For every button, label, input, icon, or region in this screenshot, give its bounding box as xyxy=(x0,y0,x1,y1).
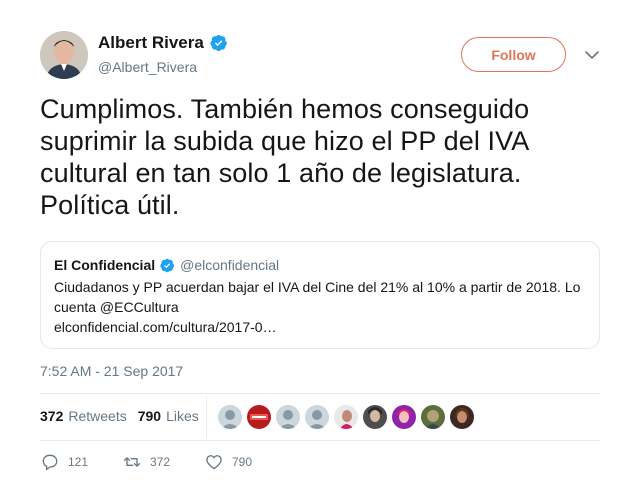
author-name-text[interactable]: Albert Rivera xyxy=(98,33,204,53)
retweet-icon xyxy=(123,457,141,467)
author-name[interactable]: Albert Rivera xyxy=(98,33,228,53)
chevron-down-icon[interactable] xyxy=(584,48,600,62)
reply-button[interactable]: 121 xyxy=(40,452,122,472)
tweet-timestamp[interactable]: 7:52 AM - 21 Sep 2017 xyxy=(40,363,183,379)
avatar[interactable] xyxy=(276,405,300,429)
quoted-author-name: El Confidencial xyxy=(54,257,156,273)
quoted-tweet-link[interactable]: elconfidencial.com/cultura/2017-0… xyxy=(54,317,589,337)
avatar[interactable] xyxy=(450,405,474,429)
quoted-tweet-text: Ciudadanos y PP acuerdan bajar el IVA de… xyxy=(54,277,589,337)
like-button[interactable]: 790 xyxy=(204,452,252,472)
avatar[interactable] xyxy=(218,405,242,429)
avatar[interactable] xyxy=(247,405,271,429)
like-count[interactable]: 790 xyxy=(138,408,161,424)
retweet-action-count: 372 xyxy=(150,455,171,469)
tweet-stats: 372 Retweets 790 Likes xyxy=(40,408,199,424)
retweet-button[interactable]: 372 xyxy=(122,452,204,472)
like-action-count: 790 xyxy=(232,455,253,469)
retweet-label[interactable]: Retweets xyxy=(68,408,126,424)
avatar[interactable] xyxy=(392,405,416,429)
retweet-count[interactable]: 372 xyxy=(40,408,63,424)
author-handle[interactable]: @Albert_Rivera xyxy=(98,59,197,75)
tweet-text: Cumplimos. También hemos conseguido supr… xyxy=(40,94,530,220)
heart-icon xyxy=(206,455,222,470)
author-avatar[interactable] xyxy=(40,31,88,79)
avatar[interactable] xyxy=(334,405,358,429)
reply-count: 121 xyxy=(68,455,89,469)
reply-icon xyxy=(42,454,58,471)
like-label[interactable]: Likes xyxy=(166,408,199,424)
liked-by-avatars xyxy=(218,405,474,429)
avatar[interactable] xyxy=(421,405,445,429)
avatar[interactable] xyxy=(363,405,387,429)
quoted-tweet-body: Ciudadanos y PP acuerdan bajar el IVA de… xyxy=(54,279,581,315)
verified-badge-icon xyxy=(210,34,227,52)
divider xyxy=(40,393,600,394)
quoted-tweet-header: El Confidencial @elconfidencial xyxy=(54,257,279,273)
stats-separator xyxy=(206,396,207,438)
verified-badge-icon xyxy=(160,258,175,272)
avatar[interactable] xyxy=(305,405,329,429)
quoted-author-handle: @elconfidencial xyxy=(180,257,280,273)
quoted-tweet-card[interactable]: El Confidencial @elconfidencial Ciudadan… xyxy=(40,241,600,349)
divider xyxy=(40,440,600,441)
follow-button[interactable]: Follow xyxy=(461,37,566,72)
tweet-actions: 121 372 790 xyxy=(40,452,252,472)
